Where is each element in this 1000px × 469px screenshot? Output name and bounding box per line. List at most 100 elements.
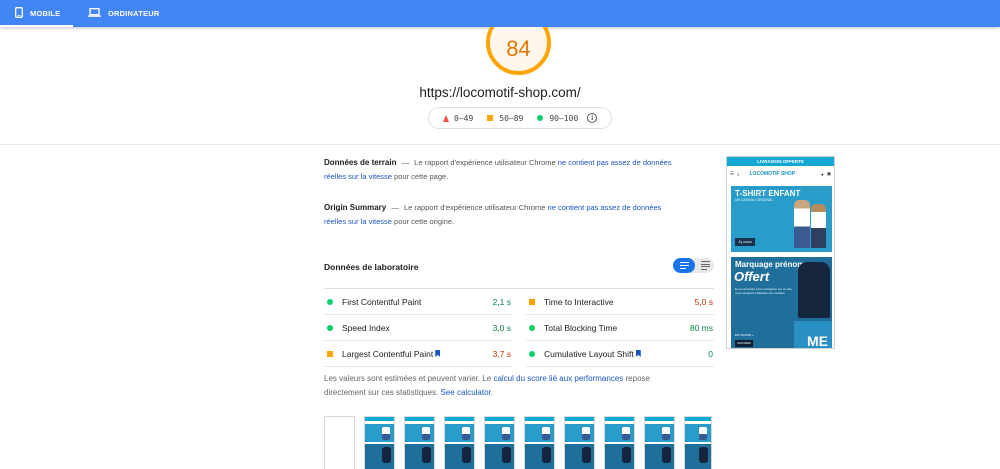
laptop-icon: [88, 8, 101, 19]
preview-hero2-button: CROISER: [735, 340, 753, 347]
metric-value: 3,7 s: [492, 348, 511, 359]
filmstrip-frame: [684, 416, 712, 469]
field-data-link[interactable]: ne contient pas assez de données: [558, 158, 672, 167]
metric-value: 0: [708, 348, 713, 359]
metric-value: 2,1 s: [492, 296, 511, 307]
metric-value: 80 ms: [689, 322, 713, 333]
metric-name: Time to Interactive: [544, 296, 614, 307]
preview-user-icon: ●: [821, 171, 824, 177]
good-circle-icon: [327, 324, 333, 331]
filmstrip-frame: [364, 416, 395, 469]
field-data-text-after: pour cette page.: [394, 172, 449, 181]
filmstrip-frame: [644, 416, 675, 469]
legend-fail-label: 0–49: [454, 113, 474, 123]
field-data-link-cont[interactable]: réelles sur la vitesse: [324, 172, 392, 181]
preview-cookie-text: En poursuivant votre navigation sur ce s…: [735, 287, 793, 295]
metric-first-contentful-paint: First Contentful Paint 2,1 s: [324, 289, 512, 315]
filmstrip-frame: [484, 416, 515, 469]
metric-cumulative-layout-shift: Cumulative Layout Shift 0: [526, 341, 714, 367]
metric-total-blocking-time: Total Blocking Time 80 ms: [526, 315, 714, 341]
score-circle: 84: [486, 27, 551, 75]
field-data-section: Données de terrain — Le rapport d'expéri…: [324, 156, 694, 184]
origin-summary-dash: —: [391, 203, 399, 212]
metric-name: First Contentful Paint: [342, 296, 422, 307]
note-text: Les valeurs sont estimées et peuvent var…: [324, 374, 492, 383]
page-screenshot-preview: LIVRAISON OFFERTE ☰ ⌕ LOCOMOTIF SHOP ● ▣…: [726, 156, 835, 349]
origin-summary-title: Origin Summary: [324, 203, 387, 212]
metric-name: Speed Index: [342, 322, 390, 333]
preview-jacket-image: [798, 262, 830, 318]
legend-pass: 90–100: [537, 114, 578, 123]
info-icon[interactable]: i: [587, 113, 598, 123]
average-square-icon: [487, 115, 494, 121]
origin-summary-text-after: pour cette origine.: [394, 217, 455, 226]
fail-triangle-icon: [443, 114, 449, 122]
bookmark-icon[interactable]: [635, 350, 641, 357]
preview-cart-icon: ▣: [826, 171, 831, 176]
note-text-2: repose: [625, 374, 650, 383]
origin-summary-section: Origin Summary — Le rapport d'expérience…: [324, 201, 694, 229]
filmstrip-frame: [524, 416, 555, 469]
filmstrip-frame: [564, 416, 595, 469]
metric-speed-index: Speed Index 3,0 s: [324, 315, 512, 341]
tested-url: https://locomotif-shop.com/: [419, 85, 581, 100]
performance-score: 84: [506, 35, 531, 61]
origin-summary-link-cont[interactable]: réelles sur la vitesse: [324, 217, 392, 226]
preview-hero1-title: T-SHIRT ENFANT: [735, 189, 801, 198]
tab-desktop-label: ORDINATEUR: [108, 9, 160, 18]
tab-mobile[interactable]: MOBILE: [0, 0, 73, 27]
metric-name-wrap: Largest Contentful Paint: [342, 349, 493, 359]
preview-edge-text: ME: [807, 333, 828, 349]
see-calculator-link[interactable]: See calculator.: [441, 388, 493, 397]
active-tab-indicator: [0, 25, 73, 27]
field-data-title: Données de terrain: [324, 158, 397, 167]
estimate-note: Les valeurs sont estimées et peuvent var…: [324, 372, 714, 399]
score-calculation-link[interactable]: calcul du score lié aux performances: [493, 374, 623, 383]
field-data-dash: —: [401, 158, 410, 167]
preview-search-icon: ⌕: [737, 171, 740, 177]
average-square-icon: [327, 350, 333, 357]
preview-kid-image: [794, 200, 810, 248]
preview-hero1-subtitle: UN CADEAU ORIGINAL: [735, 198, 774, 202]
preview-banner: LIVRAISON OFFERTE: [727, 157, 834, 166]
expanded-view-icon[interactable]: [696, 258, 714, 273]
legend-average-label: 50–89: [499, 113, 524, 123]
pass-circle-icon: [537, 115, 544, 121]
good-circle-icon: [327, 298, 333, 305]
metric-value: 5,0 s: [694, 296, 713, 307]
preview-logo: LOCOMOTIF SHOP: [749, 171, 796, 177]
bookmark-icon[interactable]: [435, 350, 441, 357]
preview-hero-tshirt: T-SHIRT ENFANT UN CADEAU ORIGINAL J'y co…: [731, 186, 832, 252]
legend-fail: 0–49: [443, 114, 473, 123]
preview-kid-image: [811, 204, 826, 248]
legend-pass-label: 90–100: [549, 113, 579, 123]
metrics-view-toggle[interactable]: [673, 258, 714, 273]
section-divider: [0, 144, 1000, 145]
filmstrip-frame: [604, 416, 635, 469]
compact-view-icon[interactable]: [673, 258, 695, 273]
filmstrip-frame: [324, 416, 355, 469]
metric-name: Total Blocking Time: [544, 322, 618, 333]
filmstrip-frame: [444, 416, 475, 469]
tab-mobile-label: MOBILE: [30, 9, 61, 18]
lab-data-title: Données de laboratoire: [324, 262, 419, 272]
origin-summary-text: Le rapport d'expérience utilisateur Chro…: [403, 203, 546, 212]
top-tab-bar: MOBILE ORDINATEUR: [0, 0, 1000, 27]
average-square-icon: [529, 298, 535, 305]
note-text-3: directement sur ces statistiques.: [324, 387, 439, 397]
good-circle-icon: [529, 324, 535, 331]
filmstrip-frame: [404, 416, 435, 469]
performance-score-gauge: 84: [480, 27, 560, 77]
preview-hero-name-print: Marquage prénom Offert En poursuivant vo…: [731, 257, 832, 349]
good-circle-icon: [529, 350, 535, 357]
field-data-text: Le rapport d'expérience utilisateur Chro…: [414, 158, 556, 167]
metric-time-to-interactive: Time to Interactive 5,0 s: [526, 289, 714, 315]
origin-summary-link[interactable]: ne contient pas assez de données: [548, 203, 662, 212]
metric-name: Cumulative Layout Shift: [544, 348, 634, 359]
score-legend: 0–49 50–89 90–100 i: [428, 107, 612, 129]
smartphone-icon: [15, 7, 23, 20]
preview-hero1-button: J'y cours: [735, 238, 755, 246]
metric-name-wrap: Cumulative Layout Shift: [544, 349, 708, 359]
preview-menu-icon: ☰: [730, 171, 735, 176]
tab-desktop[interactable]: ORDINATEUR: [86, 0, 159, 27]
